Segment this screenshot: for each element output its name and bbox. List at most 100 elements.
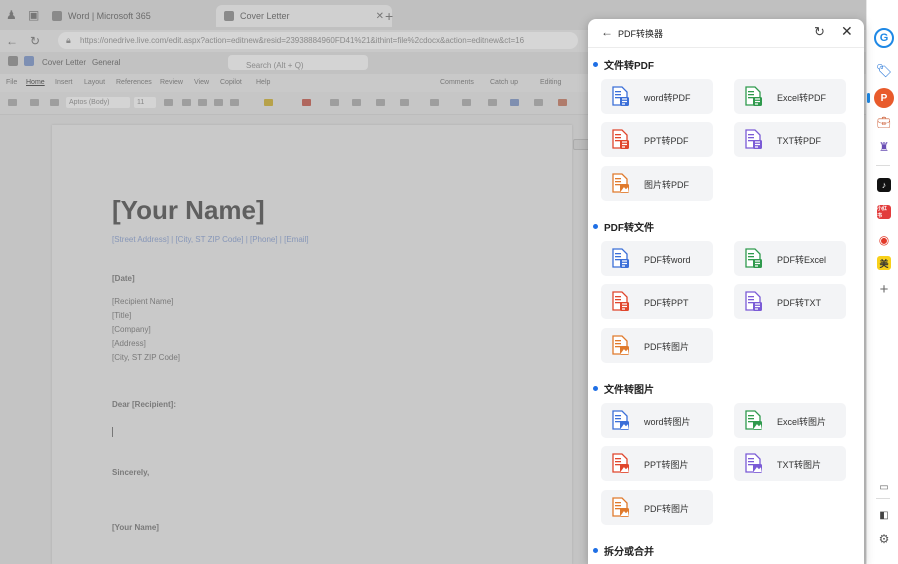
converter-button[interactable]: word转图片: [601, 403, 713, 438]
converter-button[interactable]: PDF转word: [601, 241, 713, 276]
reload-icon[interactable]: ↻: [30, 34, 40, 48]
converter-button[interactable]: PDF转图片: [601, 490, 713, 525]
font-family-select[interactable]: Aptos (Body): [66, 97, 130, 108]
converter-button[interactable]: PPT转图片: [601, 446, 713, 481]
refresh-icon[interactable]: ↻: [814, 24, 825, 40]
converter-button-label: PDF转图片: [644, 342, 690, 352]
word-search-box[interactable]: Search (Alt + Q): [228, 55, 368, 70]
font-size-select[interactable]: 11: [134, 97, 156, 108]
styles-icon[interactable]: [430, 99, 439, 106]
text-caret: [112, 427, 113, 437]
converter-button[interactable]: PDF转Excel: [734, 241, 846, 276]
section-title-text: 文件转PDF: [604, 61, 654, 72]
converter-button[interactable]: Excel转PDF: [734, 79, 846, 114]
ribbon-tab-copilot[interactable]: Copilot: [220, 79, 242, 86]
copilot-icon[interactable]: G: [874, 28, 894, 48]
designer-icon[interactable]: [534, 99, 543, 106]
ribbon-tab-insert[interactable]: Insert: [55, 79, 73, 86]
comments-button[interactable]: Comments: [440, 79, 474, 86]
ribbon-tab-file[interactable]: File: [6, 79, 17, 86]
numbering-icon[interactable]: [352, 99, 361, 106]
doc-recipient-address[interactable]: [Address]: [112, 339, 146, 348]
find-icon[interactable]: [462, 99, 471, 106]
format-painter-icon[interactable]: [50, 99, 59, 106]
back-nav-icon[interactable]: ←: [6, 34, 18, 48]
tab-word[interactable]: Word | Microsoft 365: [44, 5, 220, 27]
converter-button[interactable]: PPT转PDF: [601, 122, 713, 157]
strikethrough-icon[interactable]: [230, 99, 239, 106]
converter-button-label: Excel转PDF: [777, 93, 827, 103]
doc-title[interactable]: Cover Letter: [42, 58, 86, 67]
doc-date[interactable]: [Date]: [112, 274, 135, 283]
editing-mode-button[interactable]: Editing: [540, 79, 561, 86]
ribbon-tab-layout[interactable]: Layout: [84, 79, 105, 86]
doc-recipient-company[interactable]: [Company]: [112, 325, 151, 334]
add-icon[interactable]: +: [875, 280, 893, 298]
bold-icon[interactable]: [182, 99, 191, 106]
tab-close-icon[interactable]: ✕: [376, 11, 384, 22]
converter-button[interactable]: 图片转PDF: [601, 166, 713, 201]
dictate-icon[interactable]: [488, 99, 497, 106]
converter-button[interactable]: word转PDF: [601, 79, 713, 114]
doc-signature[interactable]: [Your Name]: [112, 523, 159, 532]
meituan-icon[interactable]: 美: [877, 256, 891, 270]
converter-button[interactable]: TXT转图片: [734, 446, 846, 481]
clipboard-icon[interactable]: [30, 99, 39, 106]
doc-favicon-icon: [224, 11, 234, 21]
converter-button[interactable]: TXT转PDF: [734, 122, 846, 157]
doc-salutation[interactable]: Dear [Recipient]:: [112, 400, 176, 409]
doc-your-name[interactable]: [Your Name]: [112, 195, 265, 226]
editor-icon[interactable]: [510, 99, 519, 106]
doc-recipient-name[interactable]: [Recipient Name]: [112, 297, 173, 306]
pdf-converter-icon[interactable]: P: [874, 88, 894, 108]
document-page[interactable]: [Your Name] [Street Address] | [City, ST…: [52, 125, 572, 564]
undo-icon[interactable]: [8, 99, 17, 106]
toolbox-icon[interactable]: 💼︎: [875, 113, 893, 131]
section-bullet-icon: [593, 548, 598, 553]
back-arrow-icon[interactable]: ←: [601, 25, 613, 39]
address-bar[interactable]: 🔒︎ https://onedrive.live.com/edit.aspx?a…: [58, 32, 578, 49]
bullets-icon[interactable]: [330, 99, 339, 106]
new-tab-icon[interactable]: +: [385, 8, 393, 24]
section-title: 拆分或合并: [593, 543, 654, 558]
italic-icon[interactable]: [198, 99, 207, 106]
ribbon-tab-home[interactable]: Home: [26, 79, 45, 86]
settings-icon[interactable]: ⚙: [875, 530, 893, 548]
converter-button[interactable]: PDF转TXT: [734, 284, 846, 319]
ribbon-tab-help[interactable]: Help: [256, 79, 270, 86]
doc-address-line[interactable]: [Street Address] | [City, ST ZIP Code] |…: [112, 235, 309, 244]
tiktok-icon[interactable]: ♪: [877, 178, 891, 192]
doc-recipient-title[interactable]: [Title]: [112, 311, 131, 320]
profile-icon[interactable]: ♟: [6, 8, 17, 22]
tab-cover-letter[interactable]: Cover Letter ✕: [216, 5, 392, 27]
doc-closing[interactable]: Sincerely,: [112, 468, 149, 477]
converter-button[interactable]: PDF转图片: [601, 328, 713, 363]
tab-actions-icon[interactable]: ▣: [28, 8, 39, 22]
chess-icon[interactable]: ♜: [875, 138, 893, 156]
font-color-icon[interactable]: [302, 99, 311, 106]
ribbon-tab-view[interactable]: View: [194, 79, 209, 86]
layout-icon[interactable]: ◧: [875, 506, 893, 524]
converter-button-label: Excel转图片: [777, 417, 827, 427]
underline-icon[interactable]: [214, 99, 223, 106]
converter-button-label: PDF转word: [644, 255, 691, 265]
catch-up-button[interactable]: Catch up: [490, 79, 518, 86]
grow-font-icon[interactable]: [164, 99, 173, 106]
copilot-ribbon-icon[interactable]: [558, 99, 567, 106]
panel-header: ← PDF转换器 ↻ ✕: [588, 19, 864, 48]
close-icon[interactable]: ✕: [841, 23, 853, 40]
sensitivity-label[interactable]: General: [92, 58, 120, 67]
doc-recipient-city[interactable]: [City, ST ZIP Code]: [112, 353, 180, 362]
ribbon-tab-review[interactable]: Review: [160, 79, 183, 86]
xiaohongshu-icon[interactable]: 小红书: [877, 205, 891, 219]
indent-icon[interactable]: [376, 99, 385, 106]
highlight-icon[interactable]: [264, 99, 273, 106]
weibo-icon[interactable]: ◉: [875, 231, 893, 249]
ribbon-tab-references[interactable]: References: [116, 79, 152, 86]
align-icon[interactable]: [400, 99, 409, 106]
app-launcher-icon[interactable]: [8, 56, 18, 66]
screen-icon[interactable]: ▭: [875, 478, 893, 496]
tag-icon[interactable]: 🏷︎: [875, 62, 893, 80]
converter-button[interactable]: PDF转PPT: [601, 284, 713, 319]
converter-button[interactable]: Excel转图片: [734, 403, 846, 438]
